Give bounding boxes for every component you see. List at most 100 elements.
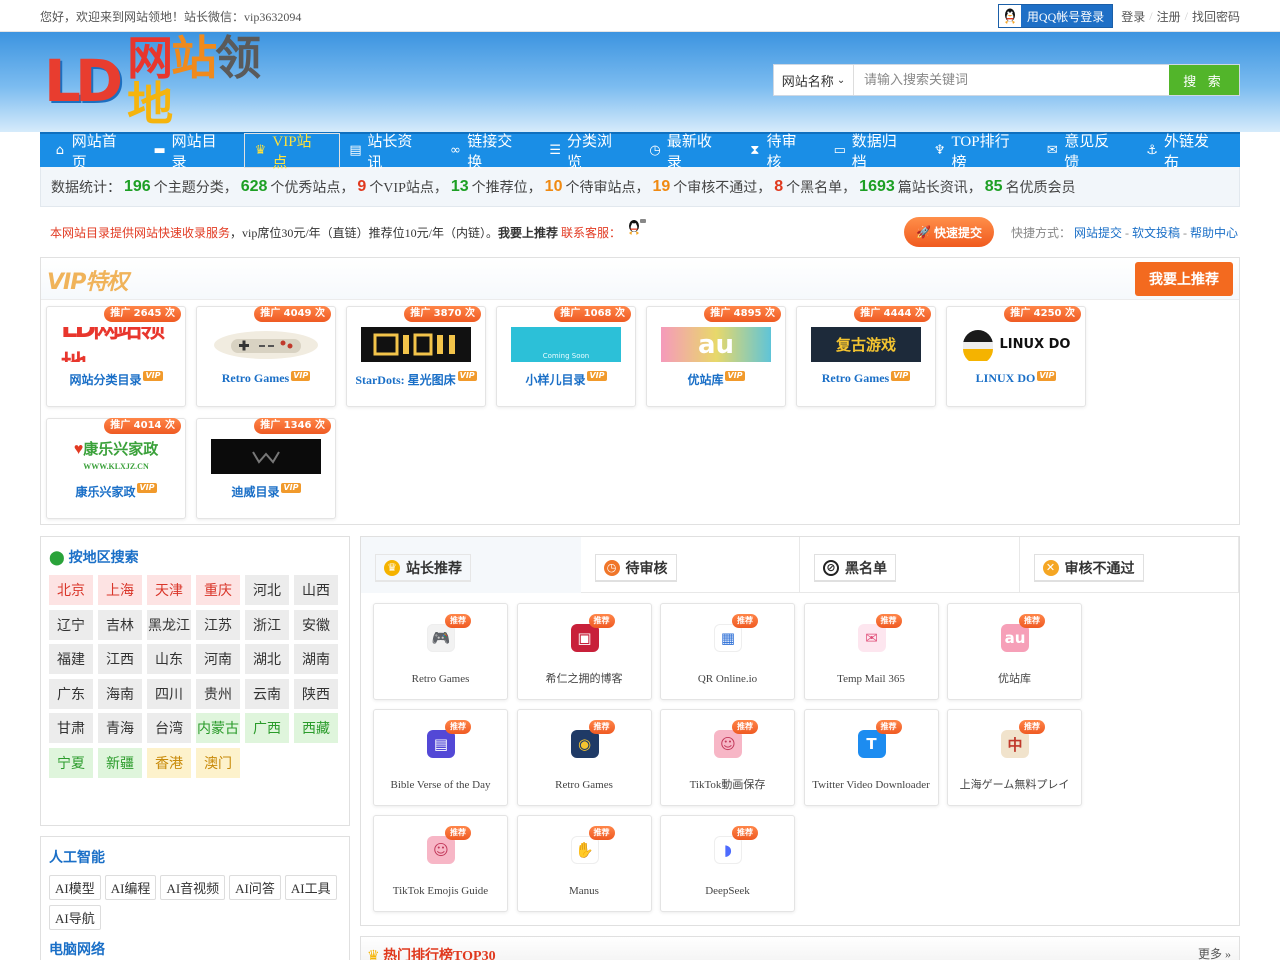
- region-12[interactable]: 福建: [49, 644, 93, 674]
- region-26[interactable]: 台湾: [147, 713, 191, 743]
- vip-card[interactable]: 推广 4250 次 LINUX DO LINUX DO VIP: [946, 306, 1086, 407]
- region-9[interactable]: 江苏: [196, 609, 240, 640]
- recommend-card[interactable]: ◗ 推荐 DeepSeek: [660, 815, 795, 912]
- region-17[interactable]: 湖南: [294, 644, 338, 674]
- search-input[interactable]: [854, 65, 1169, 95]
- recommend-card[interactable]: ☺ 推荐 TikTok Emojis Guide: [373, 815, 508, 912]
- vip-card[interactable]: 推广 1346 次迪威目录 VIP: [196, 418, 336, 519]
- region-25[interactable]: 青海: [98, 713, 142, 743]
- search-button[interactable]: 搜 索: [1169, 65, 1239, 95]
- recover-password-link[interactable]: 找回密码: [1192, 8, 1240, 25]
- vip-card[interactable]: 推广 4895 次 au 优站库 VIP: [646, 306, 786, 407]
- register-link[interactable]: 注册: [1157, 8, 1181, 25]
- more-link[interactable]: 更多 »: [1198, 945, 1231, 960]
- region-30[interactable]: 宁夏: [49, 747, 93, 778]
- stat-articles: 1693: [859, 177, 895, 195]
- region-31[interactable]: 新疆: [98, 747, 142, 778]
- region-22[interactable]: 云南: [245, 678, 289, 709]
- vip-card[interactable]: 推广 4444 次复古游戏 Retro Games VIP: [796, 306, 936, 407]
- recommend-card[interactable]: 🎮 推荐 Retro Games: [373, 603, 508, 700]
- region-2[interactable]: 天津: [147, 575, 191, 605]
- category-tag[interactable]: AI模型: [49, 875, 101, 900]
- recommend-card[interactable]: ☺ 推荐 TikTok動画保存: [660, 709, 795, 806]
- nav-item-7[interactable]: ⧗ 待审核: [739, 133, 824, 171]
- recommend-card[interactable]: ▣ 推荐 希仁之拥的博客: [516, 603, 652, 700]
- recommend-card[interactable]: au 推荐 优站库: [947, 603, 1082, 700]
- quick-link-submit[interactable]: 网站提交: [1074, 226, 1122, 240]
- vip-card[interactable]: 推广 4014 次 ♥康乐兴家政 WWW.KLXJZ.CN 康乐兴家政 VIP: [46, 418, 186, 519]
- nav-item-8[interactable]: ▭ 数据归档: [824, 133, 924, 171]
- tab-3[interactable]: ✕ 审核不通过: [1019, 537, 1239, 593]
- qq-login-button[interactable]: 用QQ帐号登录: [997, 4, 1114, 28]
- nav-item-3[interactable]: ▤ 站长资讯: [340, 133, 440, 171]
- login-link[interactable]: 登录: [1121, 8, 1145, 25]
- region-16[interactable]: 湖北: [245, 644, 289, 674]
- fast-submit-button[interactable]: 🚀 快速提交: [904, 217, 994, 247]
- region-14[interactable]: 山东: [147, 644, 191, 674]
- region-29[interactable]: 西藏: [294, 713, 338, 743]
- region-19[interactable]: 海南: [98, 678, 142, 709]
- region-33[interactable]: 澳门: [196, 747, 240, 778]
- promo-count-badge: 推广 4250 次: [1004, 306, 1081, 322]
- nav-item-label: 站长资讯: [367, 133, 413, 171]
- region-21[interactable]: 贵州: [196, 678, 240, 709]
- region-10[interactable]: 浙江: [245, 609, 289, 640]
- nav-item-10[interactable]: ✉ 意见反馈: [1036, 133, 1136, 171]
- recommend-card-name: Temp Mail 365: [837, 673, 905, 685]
- vip-card[interactable]: 推广 4049 次 Retro Games VIP: [196, 306, 336, 407]
- region-5[interactable]: 山西: [294, 575, 338, 605]
- recommend-card[interactable]: ▦ 推荐 QR Online.io: [660, 603, 795, 700]
- recommend-card[interactable]: ◉ 推荐 Retro Games: [516, 709, 652, 806]
- region-11[interactable]: 安徽: [294, 609, 338, 640]
- region-4[interactable]: 河北: [245, 575, 289, 605]
- vip-card[interactable]: 推广 3870 次 StarDots: 星光图床 VIP: [346, 306, 486, 407]
- region-13[interactable]: 江西: [98, 644, 142, 674]
- category-tag[interactable]: AI编程: [104, 875, 157, 900]
- vip-card[interactable]: 推广 1068 次 Coming Soon 小样儿目录 VIP: [496, 306, 636, 407]
- nav-item-6[interactable]: ◷ 最新收录: [639, 133, 739, 171]
- category-tag[interactable]: AI导航: [49, 905, 101, 930]
- tab-label: ♛ 站长推荐: [375, 554, 471, 582]
- recommend-button[interactable]: 我要上推荐: [1135, 262, 1233, 296]
- nav-item-2[interactable]: ♛ VIP站点: [243, 133, 340, 171]
- region-3[interactable]: 重庆: [196, 575, 240, 605]
- category-tag[interactable]: AI音视频: [160, 875, 226, 900]
- region-7[interactable]: 吉林: [98, 609, 142, 640]
- search-type-select[interactable]: 网站名称 ⌄: [774, 65, 854, 95]
- region-6[interactable]: 辽宁: [49, 609, 93, 640]
- region-15[interactable]: 河南: [196, 644, 240, 674]
- category-tag[interactable]: AI工具: [284, 875, 337, 900]
- tab-0[interactable]: ♛ 站长推荐: [361, 537, 581, 593]
- nav-item-0[interactable]: ⌂ 网站首页: [44, 133, 144, 171]
- recommend-card[interactable]: ✋ 推荐 Manus: [516, 815, 652, 912]
- quick-label: 快捷方式：: [1010, 226, 1071, 240]
- region-18[interactable]: 广东: [49, 678, 93, 709]
- region-1[interactable]: 上海: [98, 575, 142, 605]
- quick-link-article[interactable]: 软文投稿: [1132, 226, 1180, 240]
- region-28[interactable]: 广西: [245, 713, 289, 743]
- region-24[interactable]: 甘肃: [49, 713, 93, 743]
- region-8[interactable]: 黑龙江: [147, 609, 191, 640]
- site-logo[interactable]: LD 网站领地: [44, 35, 262, 127]
- nav-item-5[interactable]: ☰ 分类浏览: [539, 133, 639, 171]
- qq-chat-icon[interactable]: [625, 218, 647, 240]
- search-type-label: 网站名称: [781, 73, 834, 89]
- nav-item-1[interactable]: ▬ 网站目录: [144, 133, 244, 171]
- recommend-card[interactable]: T 推荐 Twitter Video Downloader: [803, 709, 939, 806]
- region-27[interactable]: 内蒙古: [196, 713, 240, 743]
- category-tag[interactable]: AI问答: [229, 875, 281, 900]
- nav-item-11[interactable]: ⚓ 外链发布: [1136, 133, 1236, 171]
- nav-item-4[interactable]: ∞ 链接交换: [439, 133, 539, 171]
- tab-2[interactable]: ⊘ 黑名单: [800, 537, 1020, 593]
- quick-link-help[interactable]: 帮助中心: [1190, 226, 1238, 240]
- region-32[interactable]: 香港: [147, 747, 191, 778]
- vip-card[interactable]: 推广 2645 次 LD网站领地网站分类目录VIP: [46, 306, 186, 407]
- recommend-card[interactable]: ✉ 推荐 Temp Mail 365: [803, 603, 939, 700]
- tab-1[interactable]: ◷ 待审核: [580, 537, 800, 593]
- region-20[interactable]: 四川: [147, 678, 191, 709]
- region-23[interactable]: 陕西: [294, 678, 338, 709]
- region-0[interactable]: 北京: [49, 575, 93, 605]
- nav-item-9[interactable]: ♆ TOP排行榜: [924, 133, 1037, 171]
- recommend-card[interactable]: 中推荐 上海ゲーム無料プレイ: [947, 709, 1082, 806]
- recommend-card[interactable]: ▤ 推荐 Bible Verse of the Day: [373, 709, 508, 806]
